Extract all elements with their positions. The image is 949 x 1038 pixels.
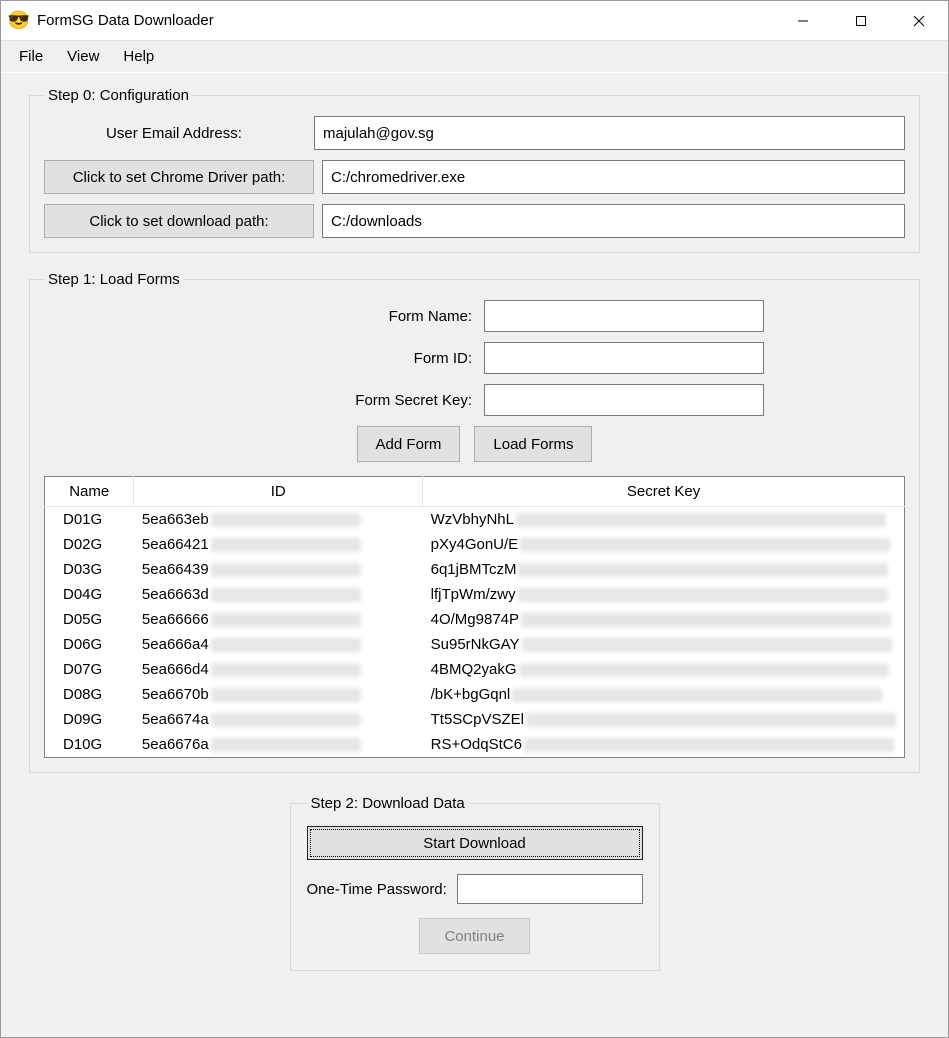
otp-label: One-Time Password: (307, 881, 457, 898)
set-chrome-driver-button[interactable]: Click to set Chrome Driver path: (44, 160, 314, 194)
menu-file[interactable]: File (7, 44, 55, 69)
table-row[interactable]: D02G5ea66421pXy4GonU/E (45, 532, 905, 557)
cell-name: D07G (45, 657, 134, 682)
cell-name: D03G (45, 557, 134, 582)
close-button[interactable] (890, 1, 948, 40)
form-id-input[interactable] (484, 342, 764, 374)
cell-id: 5ea66666 (134, 607, 423, 632)
cell-name: D04G (45, 582, 134, 607)
form-name-label: Form Name: (44, 308, 484, 325)
form-secret-label: Form Secret Key: (44, 392, 484, 409)
menu-view[interactable]: View (55, 44, 111, 69)
cell-name: D10G (45, 732, 134, 758)
cell-id: 5ea66421 (134, 532, 423, 557)
cell-secret: Tt5SCpVSZEl (423, 707, 905, 732)
form-secret-input[interactable] (484, 384, 764, 416)
cell-secret: RS+OdqStC6 (423, 732, 905, 758)
step0-group: Step 0: Configuration User Email Address… (29, 87, 920, 253)
form-id-label: Form ID: (44, 350, 484, 367)
cell-secret: 6q1jBMTczM (423, 557, 905, 582)
load-forms-button[interactable]: Load Forms (474, 426, 592, 462)
table-row[interactable]: D08G5ea6670b/bK+bgGqnl (45, 682, 905, 707)
window-controls (774, 1, 948, 40)
cell-secret: lfjTpWm/zwy (423, 582, 905, 607)
col-secret[interactable]: Secret Key (423, 477, 905, 507)
app-window: 😎 FormSG Data Downloader File View Help … (0, 0, 949, 1038)
window-title: FormSG Data Downloader (37, 12, 774, 29)
cell-secret: 4O/Mg9874P (423, 607, 905, 632)
cell-secret: /bK+bgGqnl (423, 682, 905, 707)
download-path-input[interactable] (322, 204, 905, 238)
continue-button[interactable]: Continue (419, 918, 529, 954)
menu-help[interactable]: Help (111, 44, 166, 69)
step0-legend: Step 0: Configuration (44, 87, 193, 104)
forms-table[interactable]: Name ID Secret Key D01G5ea663ebWzVbhyNhL… (44, 476, 905, 758)
table-row[interactable]: D05G5ea666664O/Mg9874P (45, 607, 905, 632)
cell-name: D08G (45, 682, 134, 707)
chrome-driver-path-input[interactable] (322, 160, 905, 194)
cell-name: D01G (45, 507, 134, 533)
otp-input[interactable] (457, 874, 643, 904)
step1-legend: Step 1: Load Forms (44, 271, 184, 288)
table-row[interactable]: D09G5ea6674aTt5SCpVSZEl (45, 707, 905, 732)
content-area: Step 0: Configuration User Email Address… (1, 73, 948, 1037)
cell-secret: Su95rNkGAY (423, 632, 905, 657)
form-name-input[interactable] (484, 300, 764, 332)
menubar: File View Help (1, 41, 948, 73)
email-input[interactable] (314, 116, 905, 150)
step1-group: Step 1: Load Forms Form Name: Form ID: F… (29, 271, 920, 773)
cell-name: D06G (45, 632, 134, 657)
table-row[interactable]: D10G5ea6676aRS+OdqStC6 (45, 732, 905, 758)
cell-secret: pXy4GonU/E (423, 532, 905, 557)
table-row[interactable]: D03G5ea664396q1jBMTczM (45, 557, 905, 582)
cell-name: D02G (45, 532, 134, 557)
cell-secret: WzVbhyNhL (423, 507, 905, 533)
set-download-path-button[interactable]: Click to set download path: (44, 204, 314, 238)
minimize-button[interactable] (774, 1, 832, 40)
col-name[interactable]: Name (45, 477, 134, 507)
cell-id: 5ea663eb (134, 507, 423, 533)
cell-name: D05G (45, 607, 134, 632)
app-icon: 😎 (9, 11, 29, 31)
cell-id: 5ea6674a (134, 707, 423, 732)
cell-id: 5ea6663d (134, 582, 423, 607)
col-id[interactable]: ID (134, 477, 423, 507)
table-row[interactable]: D06G5ea666a4Su95rNkGAY (45, 632, 905, 657)
cell-id: 5ea666d4 (134, 657, 423, 682)
table-row[interactable]: D01G5ea663ebWzVbhyNhL (45, 507, 905, 533)
step2-group: Step 2: Download Data Start Download One… (290, 795, 660, 971)
cell-id: 5ea666a4 (134, 632, 423, 657)
email-label: User Email Address: (44, 125, 314, 142)
add-form-button[interactable]: Add Form (357, 426, 461, 462)
cell-id: 5ea6676a (134, 732, 423, 758)
table-row[interactable]: D07G5ea666d44BMQ2yakG (45, 657, 905, 682)
table-row[interactable]: D04G5ea6663dlfjTpWm/zwy (45, 582, 905, 607)
cell-secret: 4BMQ2yakG (423, 657, 905, 682)
step2-legend: Step 2: Download Data (307, 795, 469, 812)
maximize-button[interactable] (832, 1, 890, 40)
cell-name: D09G (45, 707, 134, 732)
start-download-button[interactable]: Start Download (307, 826, 643, 860)
cell-id: 5ea66439 (134, 557, 423, 582)
titlebar: 😎 FormSG Data Downloader (1, 1, 948, 41)
cell-id: 5ea6670b (134, 682, 423, 707)
